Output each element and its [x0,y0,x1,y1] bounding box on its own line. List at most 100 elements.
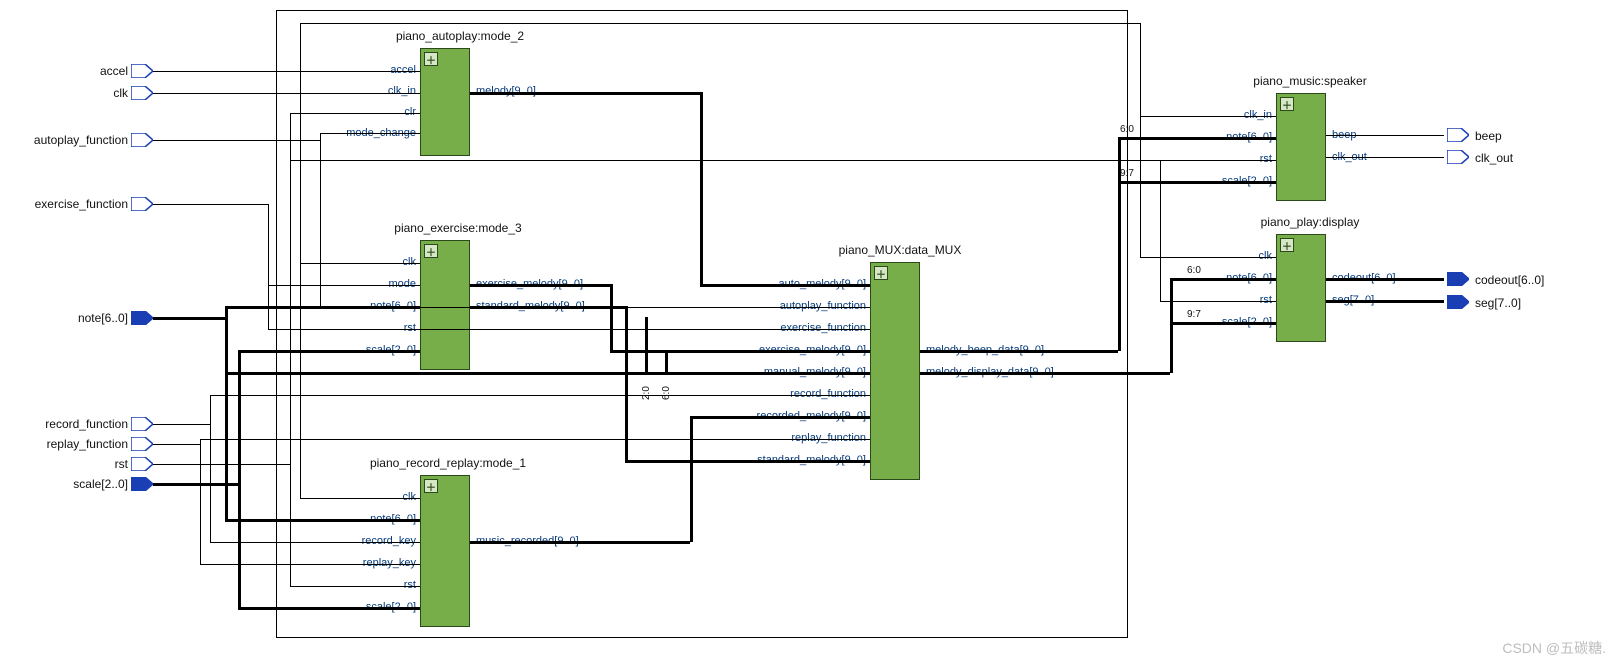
wire [153,317,228,320]
pin-accel [131,64,153,78]
wire [1140,23,1141,257]
port-autoplay-accel: accel [332,64,416,76]
block-exercise[interactable]: ＋ [420,240,470,370]
pin-note [131,311,153,325]
wire [1160,301,1276,302]
wire [625,460,870,463]
wire [1160,160,1276,161]
title-exercise: piano_exercise:mode_3 [358,221,558,235]
bus-60a: 6:0 [1120,124,1134,135]
bus-60c: 6:0 [661,386,672,400]
title-record: piano_record_replay:mode_1 [348,456,548,470]
wire [610,284,613,351]
wire [1170,278,1276,281]
pin-exercise-function [131,197,153,211]
expand-icon[interactable]: ＋ [424,244,438,258]
wire [665,350,668,373]
wire [700,284,870,287]
wire [625,306,628,461]
label-clk-out: clk_out [1475,151,1595,165]
expand-icon[interactable]: ＋ [1280,97,1294,111]
port-disp-clk: clk [1188,250,1272,262]
wire [153,93,420,94]
port-mux-recf: record_function [728,388,866,400]
port-spk-rst: rst [1188,153,1272,165]
wire [210,395,870,396]
wire [200,439,870,440]
wire [1326,300,1444,303]
wire [153,424,210,425]
label-scale: scale[2..0] [0,477,128,491]
port-autoplay-clr: clr [332,106,416,118]
block-display[interactable]: ＋ [1276,234,1326,342]
title-speaker: piano_music:speaker [1210,74,1410,88]
wire [153,204,268,205]
wire [1326,157,1444,158]
title-mux: piano_MUX:data_MUX [800,243,1000,257]
label-record-function: record_function [0,417,128,431]
wire [210,542,420,543]
block-mux[interactable]: ＋ [870,262,920,480]
port-mux-autof: autoplay_function [728,300,866,312]
wire [238,607,420,610]
wire [268,204,269,329]
wire [470,284,610,287]
wire [200,439,201,565]
expand-icon[interactable]: ＋ [424,52,438,66]
pin-codeout [1447,272,1469,286]
wire [290,160,1160,161]
label-note: note[6..0] [0,311,128,325]
label-replay-function: replay_function [0,437,128,451]
wire [690,416,870,419]
wire [650,307,870,308]
wire [210,395,211,542]
wire [920,350,1118,353]
expand-icon[interactable]: ＋ [1280,238,1294,252]
label-exercise-function: exercise_function [0,197,128,211]
wire [153,140,320,141]
wire [300,263,420,264]
wire [300,23,1140,24]
pin-rst [131,457,153,471]
port-disp-rst: rst [1188,294,1272,306]
label-rst: rst [0,457,128,471]
bus-97a: 9:7 [1120,168,1134,179]
wire [470,92,700,95]
port-ex-rst: rst [332,322,416,334]
wire [225,519,420,522]
wire [470,306,625,309]
label-codeout: codeout[6..0] [1475,273,1615,287]
block-speaker[interactable]: ＋ [1276,93,1326,201]
wire [200,564,420,565]
wire [153,444,200,445]
pin-clk-out [1447,150,1469,164]
port-autoplay-melody: melody[9..0] [476,85,536,97]
wire [645,317,648,373]
port-rec-record-key: record_key [332,535,416,547]
expand-icon[interactable]: ＋ [874,266,888,280]
wire [300,498,420,499]
block-record[interactable]: ＋ [420,475,470,627]
wire [225,306,420,309]
wire [1118,137,1276,140]
wire [290,586,420,587]
label-clk: clk [0,86,128,100]
title-autoplay: piano_autoplay:mode_2 [360,29,560,43]
wire [645,372,870,375]
wire [238,350,420,353]
wire [1118,181,1276,184]
pin-beep [1447,128,1469,142]
port-autoplay-clk-in: clk_in [332,85,416,97]
block-autoplay[interactable]: ＋ [420,48,470,156]
schematic-canvas[interactable]: { "inputs": { "accel": "accel", "clk": "… [0,0,1618,664]
wire [300,23,301,93]
expand-icon[interactable]: ＋ [424,479,438,493]
port-rec-replay-key: replay_key [332,557,416,569]
pin-seg [1447,295,1469,309]
wire [300,93,301,498]
wire [1170,322,1276,325]
wire [225,372,665,375]
wire [920,372,1170,375]
port-rec-clk: clk [332,491,416,503]
title-display: piano_play:display [1210,215,1410,229]
